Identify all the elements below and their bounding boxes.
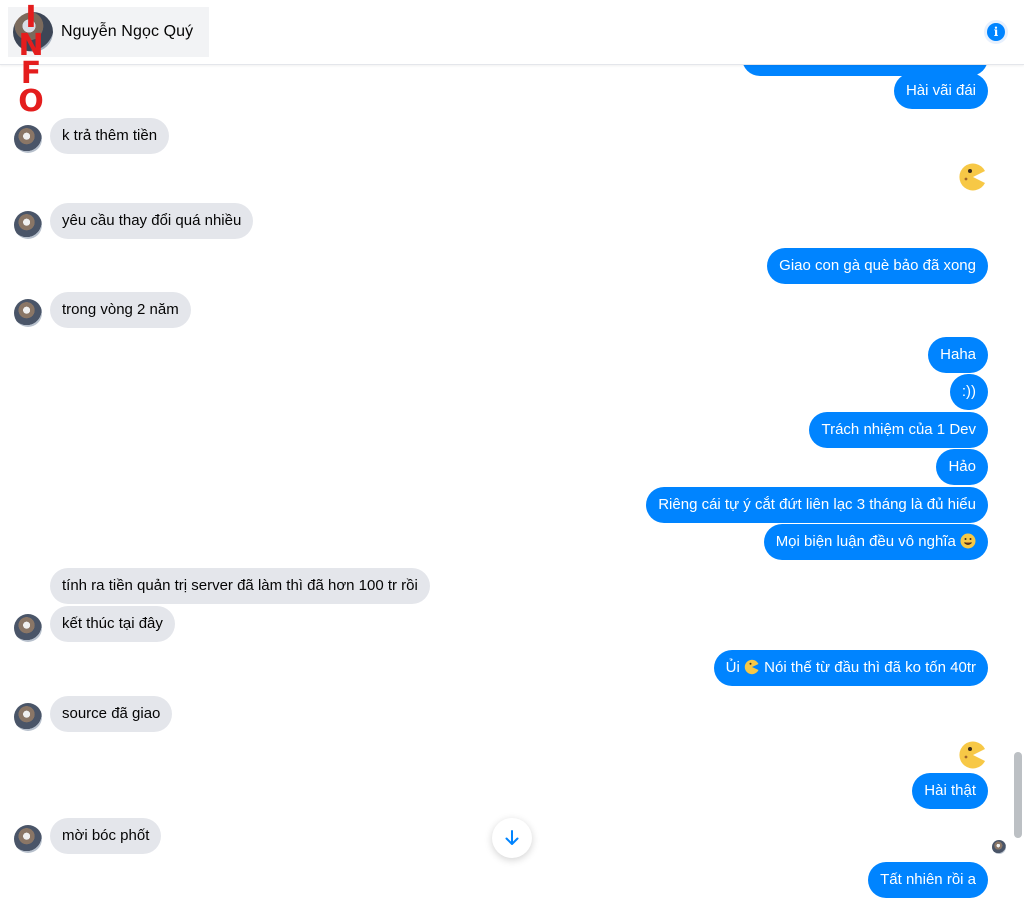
message-bubble-incoming[interactable]: k trả thêm tiền (50, 118, 170, 154)
contact-avatar[interactable] (14, 125, 42, 153)
smiley-emoji-icon (960, 533, 976, 549)
conversation-info-button[interactable]: i (984, 20, 1008, 44)
message-bubble-incoming[interactable]: source đã giao (50, 696, 173, 732)
message-text: Nói thế từ đầu thì đã ko tốn 40tr (764, 659, 976, 676)
message-bubble-incoming[interactable]: trong vòng 2 năm (50, 292, 191, 328)
message-bubble-outgoing[interactable]: Giao con gà què bảo đã xong (767, 248, 988, 284)
conversation-header: Nguyễn Ngọc Quý i (0, 0, 1024, 65)
message-bubble-outgoing[interactable]: Hài thật (912, 773, 988, 809)
message-bubble-outgoing[interactable]: Tất nhiên rồi a (868, 862, 988, 898)
pacman-emoji-icon (744, 659, 759, 675)
arrow-down-icon (505, 830, 519, 845)
message-bubble-outgoing[interactable]: Riêng cái tự ý cắt đứt liên lạc 3 tháng … (646, 487, 988, 523)
info-icon: i (987, 23, 1005, 41)
scrollbar-thumb[interactable] (1014, 752, 1022, 838)
message-bubble-incoming[interactable]: kết thúc tại đây (50, 606, 175, 642)
contact-name: Nguyễn Ngọc Quý (61, 23, 194, 40)
message-bubble-incoming[interactable]: yêu cầu thay đổi quá nhiều (50, 203, 254, 239)
contact-avatar[interactable] (14, 614, 42, 642)
contact-avatar[interactable] (14, 211, 42, 239)
message-bubble-outgoing[interactable]: :)) (949, 374, 988, 410)
message-bubble-outgoing[interactable]: Hảo (936, 449, 988, 485)
seen-receipt-avatar (992, 840, 1006, 854)
message-bubble-outgoing[interactable]: Trách nhiệm của 1 Dev (809, 412, 988, 448)
contact-avatar[interactable] (14, 825, 42, 853)
message-text: Mọi biện luận đều vô nghĩa (775, 533, 956, 550)
scroll-to-bottom-button[interactable] (492, 818, 532, 858)
message-bubble-incoming[interactable]: mời bóc phốt (50, 818, 162, 854)
pacman-emoji-icon[interactable] (958, 740, 988, 770)
pacman-emoji-icon[interactable] (958, 162, 988, 192)
message-bubble-incoming[interactable]: tính ra tiền quản trị server đã làm thì … (50, 568, 430, 604)
contact-avatar[interactable] (14, 299, 42, 327)
message-bubble-outgoing[interactable]: Mọi biện luận đều vô nghĩa (763, 524, 988, 560)
message-bubble-outgoing[interactable]: Hài vãi đái (893, 73, 988, 109)
contact-avatar[interactable] (14, 703, 42, 731)
message-text: Ủi (725, 659, 740, 676)
watermark-logo: INFO (18, 0, 44, 119)
message-bubble-outgoing[interactable]: Haha (928, 337, 988, 373)
message-bubble-outgoing[interactable]: Ủi Nói thế từ đầu thì đã ko tốn 40tr (713, 650, 988, 686)
